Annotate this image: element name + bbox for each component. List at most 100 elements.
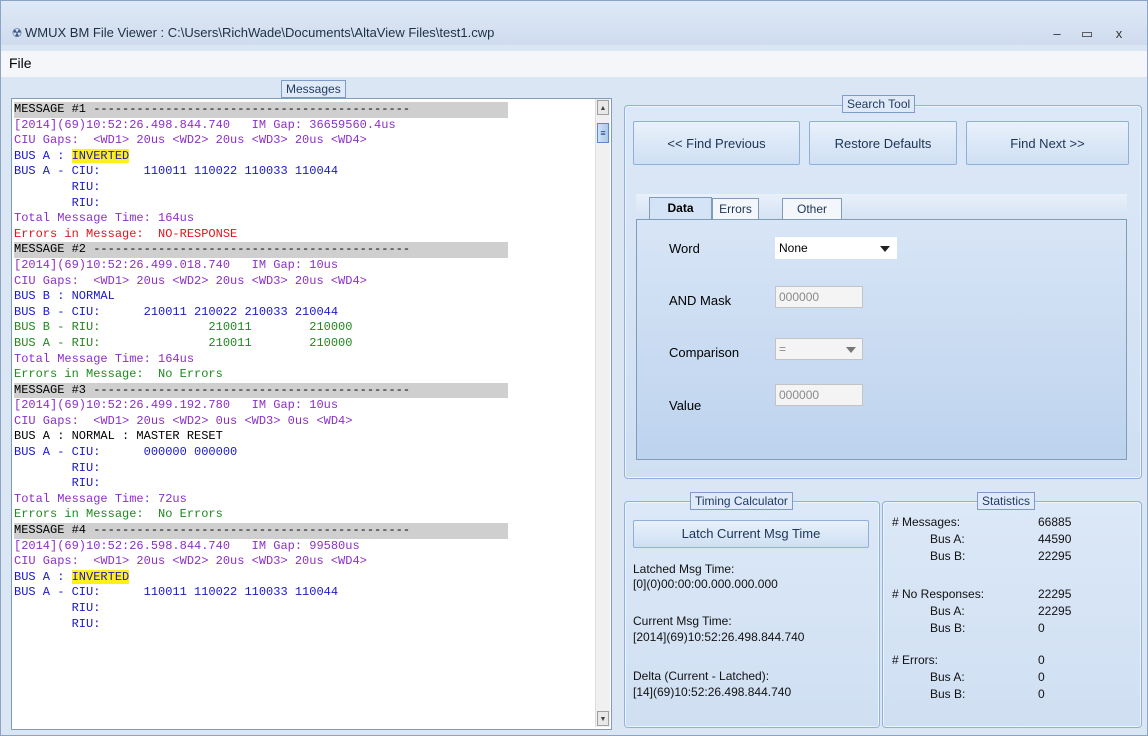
messages-count-label: # Messages: xyxy=(892,515,961,529)
statistics-label: Statistics xyxy=(977,492,1036,510)
errors-count-value: 0 xyxy=(1038,653,1045,667)
value-input[interactable]: 000000 xyxy=(775,384,863,406)
ciu-words: BUS A - CIU: 000000 000000 xyxy=(14,445,238,460)
scroll-up-icon[interactable]: ▲ xyxy=(597,100,609,115)
messages-scrollbar[interactable]: ▲ ≡ ▼ xyxy=(595,99,610,727)
and-mask-input[interactable]: 000000 xyxy=(775,286,863,308)
no-responses-bus-a-value: 22295 xyxy=(1038,604,1072,618)
errors-bus-b-label: Bus B: xyxy=(930,687,966,701)
ciu-gaps: CIU Gaps: <WD1> 20us <WD2> 0us <WD3> 0us… xyxy=(14,413,353,428)
errors-bus-a-value: 0 xyxy=(1038,670,1045,684)
ciu-words: BUS A - CIU: 110011 110022 110033 110044 xyxy=(14,585,339,600)
riu-words: RIU: xyxy=(14,460,101,475)
menu-file[interactable]: File xyxy=(9,55,32,71)
inverted-badge: INVERTED xyxy=(71,569,130,584)
ciu-gaps: CIU Gaps: <WD1> 20us <WD2> 20us <WD3> 20… xyxy=(14,554,367,569)
messages-bus-b-value: 22295 xyxy=(1038,549,1072,563)
ciu-words: BUS A - CIU: 110011 110022 110033 110044 xyxy=(14,164,339,179)
no-responses-label: # No Responses: xyxy=(892,587,985,601)
maximize-button[interactable]: ▭ xyxy=(1072,23,1102,45)
message-header: MESSAGE #3 -----------------------------… xyxy=(14,382,508,399)
riu-words: RIU: xyxy=(14,179,101,194)
messages-list[interactable]: MESSAGE #1 -----------------------------… xyxy=(11,98,612,730)
delta-value: [14](69)10:52:26.498.844.740 xyxy=(633,685,792,699)
search-tabs: Data Errors Other Word None AND Mask 000… xyxy=(636,194,1127,460)
message-timestamp: [2014](69)10:52:26.499.192.780 IM Gap: 1… xyxy=(14,398,339,413)
ciu-gaps: CIU Gaps: <WD1> 20us <WD2> 20us <WD3> 20… xyxy=(14,133,367,148)
tab-other[interactable]: Other xyxy=(782,198,842,219)
errors-bus-a-label: Bus A: xyxy=(930,670,965,684)
riu-words: RIU: xyxy=(14,476,101,491)
messages-bus-a-label: Bus A: xyxy=(930,532,965,546)
bus-label: BUS A : xyxy=(14,569,72,584)
title-bar: ☢ WMUX BM File Viewer : C:\Users\RichWad… xyxy=(1,1,1147,45)
find-previous-button[interactable]: << Find Previous xyxy=(633,121,800,165)
word-select[interactable]: None xyxy=(775,237,897,259)
errors-bus-b-value: 0 xyxy=(1038,687,1045,701)
bus-label: BUS A : xyxy=(14,148,72,163)
riu-words: BUS A - RIU: 210011 210000 xyxy=(14,335,353,350)
comparison-label: Comparison xyxy=(669,345,740,360)
riu-words: RIU: xyxy=(14,601,101,615)
no-responses-value: 22295 xyxy=(1038,587,1072,601)
close-button[interactable]: x xyxy=(1104,23,1134,45)
no-responses-bus-a-label: Bus A: xyxy=(930,604,965,618)
and-mask-label: AND Mask xyxy=(669,293,732,308)
bus-status: BUS A : INVERTED xyxy=(14,148,508,165)
message-errors: Errors in Message: No Errors xyxy=(14,367,223,382)
messages-bus-b-label: Bus B: xyxy=(930,549,966,563)
window-title: WMUX BM File Viewer : C:\Users\RichWade\… xyxy=(25,25,495,40)
message-timestamp: [2014](69)10:52:26.499.018.740 IM Gap: 1… xyxy=(14,257,339,272)
minimize-button[interactable]: – xyxy=(1042,23,1072,45)
message-header: MESSAGE #2 -----------------------------… xyxy=(14,242,508,258)
search-tool-label: Search Tool xyxy=(842,95,916,113)
message-timestamp: [2014](69)10:52:26.598.844.740 IM Gap: 9… xyxy=(14,538,360,553)
statistics-panel xyxy=(882,501,1142,728)
bus-status: BUS A : NORMAL : MASTER RESET xyxy=(14,429,223,444)
comparison-select[interactable]: = xyxy=(775,338,863,360)
riu-words: BUS B - RIU: 210011 210000 xyxy=(14,320,353,335)
timing-calculator-label: Timing Calculator xyxy=(690,492,793,510)
latch-current-msg-time-button[interactable]: Latch Current Msg Time xyxy=(633,520,869,548)
delta-label: Delta (Current - Latched): xyxy=(633,669,770,683)
message-header: MESSAGE #4 -----------------------------… xyxy=(14,523,508,539)
app-window: ☢ WMUX BM File Viewer : C:\Users\RichWad… xyxy=(0,0,1148,736)
total-message-time: Total Message Time: 72us xyxy=(14,491,187,506)
scroll-thumb[interactable]: ≡ xyxy=(597,123,609,143)
restore-defaults-button[interactable]: Restore Defaults xyxy=(809,121,957,165)
riu-words: RIU: xyxy=(14,195,101,210)
ciu-gaps: CIU Gaps: <WD1> 20us <WD2> 20us <WD3> 20… xyxy=(14,273,367,288)
chevron-down-icon xyxy=(846,347,856,353)
ciu-words: BUS B - CIU: 210011 210022 210033 210044 xyxy=(14,304,339,319)
tab-errors[interactable]: Errors xyxy=(712,198,759,219)
latched-msg-time-value: [0](0)00:00:00.000.000.000 xyxy=(633,577,778,591)
current-msg-time-label: Current Msg Time: xyxy=(633,614,732,628)
riu-words: RIU: xyxy=(14,616,101,631)
message-header: MESSAGE #1 -----------------------------… xyxy=(14,102,508,118)
message-timestamp: [2014](69)10:52:26.498.844.740 IM Gap: 3… xyxy=(14,117,396,132)
message-errors: Errors in Message: NO-RESPONSE xyxy=(14,226,238,241)
inverted-badge: INVERTED xyxy=(71,148,130,163)
app-icon: ☢ xyxy=(11,26,23,40)
no-responses-bus-b-value: 0 xyxy=(1038,621,1045,635)
tab-data[interactable]: Data xyxy=(649,197,712,219)
latched-msg-time-label: Latched Msg Time: xyxy=(633,562,735,576)
value-label: Value xyxy=(669,398,702,413)
total-message-time: Total Message Time: 164us xyxy=(14,351,195,366)
total-message-time: Total Message Time: 164us xyxy=(14,211,195,226)
bus-status: BUS A : INVERTED xyxy=(14,569,508,586)
menu-bar: File xyxy=(1,51,1147,77)
scroll-down-icon[interactable]: ▼ xyxy=(597,711,609,726)
message-errors: Errors in Message: No Errors xyxy=(14,507,223,522)
current-msg-time-value: [2014](69)10:52:26.498.844.740 xyxy=(633,630,805,644)
data-tab-body: Word None AND Mask 000000 Comparison = V… xyxy=(636,219,1127,460)
find-next-button[interactable]: Find Next >> xyxy=(966,121,1129,165)
bus-status: BUS B : NORMAL xyxy=(14,289,115,304)
errors-count-label: # Errors: xyxy=(892,653,939,667)
no-responses-bus-b-label: Bus B: xyxy=(930,621,966,635)
messages-bus-a-value: 44590 xyxy=(1038,532,1072,546)
messages-count-value: 66885 xyxy=(1038,515,1072,529)
word-label: Word xyxy=(669,241,700,256)
chevron-down-icon xyxy=(880,246,890,252)
messages-label: Messages xyxy=(281,80,346,98)
